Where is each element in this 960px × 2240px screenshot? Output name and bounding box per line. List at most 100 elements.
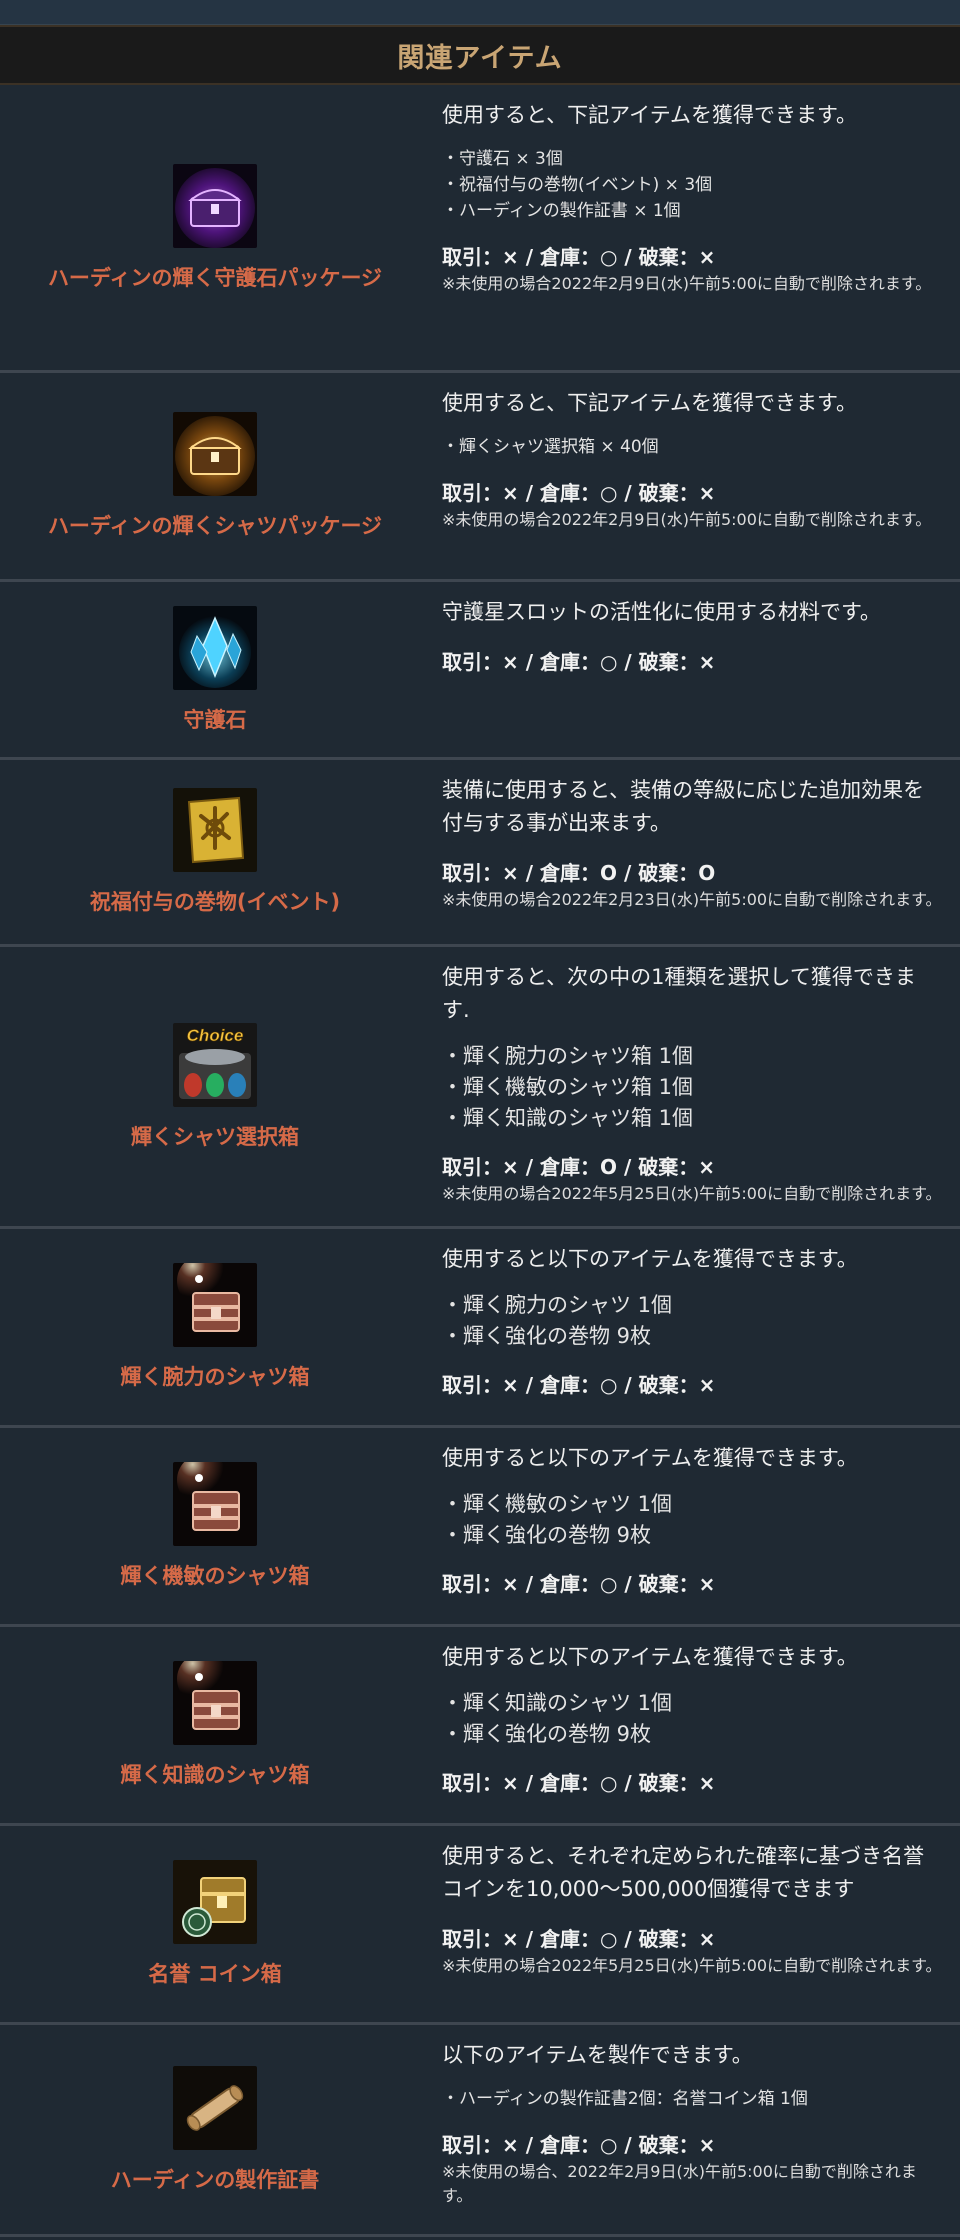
item-identity: Choice 輝くシャツ選択箱: [0, 947, 430, 1226]
item-contents-list: ・輝く腕力のシャツ 1個 ・輝く強化の巻物 9枚: [442, 1290, 942, 1352]
item-details: 守護星スロットの活性化に使用する材料です。 取引：× / 倉庫：○ / 破棄：×: [430, 582, 960, 757]
trade-restrictions: 取引：× / 倉庫：O / 破棄：×: [442, 1155, 715, 1179]
item-identity: 名誉 コイン箱: [0, 1826, 430, 2022]
item-description: 使用すると、それぞれ定められた確率に基づき名誉コインを10,000～500,00…: [442, 1844, 925, 1901]
item-details: 使用すると以下のアイテムを獲得できます。 ・輝く知識のシャツ 1個 ・輝く強化の巻…: [430, 1627, 960, 1823]
item-identity: ハーディンの輝くシャツパッケージ: [0, 373, 430, 579]
item-description: 装備に使用すると、装備の等級に応じた追加効果を付与する事が出来ます。: [442, 778, 925, 835]
expiry-note: ※未使用の場合2022年2月23日(水)午前5:00に自動で削除されます。: [442, 890, 942, 909]
trade-restrictions: 取引：× / 倉庫：○ / 破棄：×: [442, 1771, 716, 1795]
item-list: ハーディンの輝く守護石パッケージ 使用すると、下記アイテムを獲得できます。 ・守…: [0, 85, 960, 2237]
item-identity: 輝く腕力のシャツ箱: [0, 1229, 430, 1425]
item-contents-entry: ・ハーディンの製作証書 × 1個: [442, 201, 681, 221]
item-name: 輝く知識のシャツ箱: [120, 1763, 310, 1787]
item-contents-entry: ・輝く腕力のシャツ箱 1個: [442, 1044, 694, 1068]
trade-restrictions: 取引：× / 倉庫：○ / 破棄：×: [442, 650, 716, 674]
item-contents-list: ・守護石 × 3個・祝福付与の巻物(イベント) × 3個 ・ハーディンの製作証書 …: [442, 146, 942, 224]
item-contents-list: ・輝くシャツ選択箱 × 40個: [442, 434, 942, 460]
item-description: 守護星スロットの活性化に使用する材料です。: [442, 600, 881, 624]
item-row: 名誉 コイン箱 使用すると、それぞれ定められた確率に基づき名誉コインを10,00…: [0, 1826, 960, 2025]
item-details: 使用すると以下のアイテムを獲得できます。 ・輝く機敏のシャツ 1個 ・輝く強化の巻…: [430, 1428, 960, 1624]
item-contents-entry: ・輝くシャツ選択箱 × 40個: [442, 437, 659, 457]
choice-box-icon: Choice: [173, 1022, 257, 1107]
expiry-note: ※未使用の場合2022年2月9日(水)午前5:00に自動で削除されます。: [442, 510, 932, 529]
expiry-note: ※未使用の場合、2022年2月9日(水)午前5:00に自動で削除されます。: [442, 2162, 917, 2205]
section-title: 関連アイテム: [397, 42, 563, 74]
item-identity: ハーディンの製作証書: [0, 2025, 430, 2234]
item-description: 使用すると、下記アイテムを獲得できます。: [442, 391, 857, 415]
trade-restrictions: 取引：× / 倉庫：○ / 破棄：×: [442, 245, 716, 269]
expiry-note: ※未使用の場合2022年2月9日(水)午前5:00に自動で削除されます。: [442, 274, 932, 293]
shirt-chest-icon: [173, 1263, 257, 1347]
item-identity: 輝く機敏のシャツ箱: [0, 1428, 430, 1624]
item-contents-entry: ・輝く機敏のシャツ 1個: [442, 1492, 673, 1516]
item-contents-entry: ・輝く知識のシャツ箱 1個: [442, 1106, 694, 1130]
item-name: ハーディンの製作証書: [110, 2167, 320, 2192]
purple-chest-icon: [173, 163, 257, 248]
item-description: 使用すると、次の中の1種類を選択して獲得できます.: [442, 965, 916, 1022]
item-row: Choice 輝くシャツ選択箱 使用すると、次の中の1種類を選択して獲得できます…: [0, 947, 960, 1229]
item-identity: 祝福付与の巻物(イベント): [0, 760, 430, 944]
item-name: ハーディンの輝くシャツパッケージ: [47, 514, 383, 538]
trade-restrictions: 取引：× / 倉庫：○ / 破棄：×: [442, 481, 716, 505]
item-row: 輝く知識のシャツ箱 使用すると以下のアイテムを獲得できます。 ・輝く知識のシャツ…: [0, 1627, 960, 1826]
item-name: ハーディンの輝く守護石パッケージ: [47, 265, 383, 290]
item-details: 使用すると、それぞれ定められた確率に基づき名誉コインを10,000～500,00…: [430, 1826, 960, 2022]
shirt-chest-icon: [173, 1462, 257, 1546]
item-description: 使用すると、下記アイテムを獲得できます。: [442, 103, 857, 127]
expiry-note: ※未使用の場合2022年5月25日(水)午前5:00に自動で削除されます。: [442, 1184, 942, 1203]
section-header: 関連アイテム: [0, 25, 960, 85]
trade-restrictions: 取引：× / 倉庫：○ / 破棄：×: [442, 1572, 716, 1596]
item-contents-list: ・輝く腕力のシャツ箱 1個 ・輝く機敏のシャツ箱 1個 ・輝く知識のシャツ箱 1個: [442, 1041, 942, 1134]
item-row: ハーディンの輝くシャツパッケージ 使用すると、下記アイテムを獲得できます。 ・輝…: [0, 373, 960, 582]
rolled-scroll-icon: [173, 2065, 257, 2150]
item-row: 輝く機敏のシャツ箱 使用すると以下のアイテムを獲得できます。 ・輝く機敏のシャツ…: [0, 1428, 960, 1627]
item-description: 使用すると以下のアイテムを獲得できます。: [442, 1645, 858, 1669]
coin-chest-icon: [173, 1860, 257, 1944]
item-contents-entry: ・輝く腕力のシャツ 1個: [442, 1293, 673, 1317]
trade-restrictions: 取引：× / 倉庫：○ / 破棄：×: [442, 1373, 716, 1397]
gold-chest-icon: [173, 412, 257, 496]
item-row: 祝福付与の巻物(イベント) 装備に使用すると、装備の等級に応じた追加効果を付与す…: [0, 760, 960, 947]
item-contents-list: ・ハーディンの製作証書2個：名誉コイン箱 1個: [442, 2086, 942, 2112]
item-contents-entry: ・輝く知識のシャツ 1個: [442, 1691, 673, 1715]
trade-restrictions: 取引：× / 倉庫：○ / 破棄：×: [442, 2133, 716, 2157]
item-identity: ハーディンの輝く守護石パッケージ: [0, 85, 430, 370]
item-contents-entry: ・輝く強化の巻物 9枚: [442, 1523, 652, 1547]
item-contents-entry: ・輝く強化の巻物 9枚: [442, 1722, 652, 1746]
trade-restrictions: 取引：× / 倉庫：○ / 破棄：×: [442, 1927, 716, 1951]
item-description: 以下のアイテムを製作できます。: [442, 2043, 753, 2067]
item-contents-entry: ・輝く機敏のシャツ箱 1個: [442, 1075, 694, 1099]
item-contents-entry: ・祝福付与の巻物(イベント) × 3個: [442, 175, 713, 195]
item-name: 輝く腕力のシャツ箱: [120, 1365, 310, 1389]
item-contents-entry: ・ハーディンの製作証書2個：名誉コイン箱 1個: [442, 2089, 808, 2109]
item-details: 以下のアイテムを製作できます。 ・ハーディンの製作証書2個：名誉コイン箱 1個 …: [430, 2025, 960, 2234]
gold-scroll-icon: [173, 788, 257, 872]
item-contents-entry: ・輝く強化の巻物 9枚: [442, 1324, 652, 1348]
item-row: 守護石 守護星スロットの活性化に使用する材料です。 取引：× / 倉庫：○ / …: [0, 582, 960, 760]
item-row: ハーディンの輝く守護石パッケージ 使用すると、下記アイテムを獲得できます。 ・守…: [0, 85, 960, 373]
item-name: 輝く機敏のシャツ箱: [120, 1564, 310, 1588]
item-name: 守護石: [183, 707, 247, 732]
shirt-chest-icon: [173, 1661, 257, 1745]
item-name: 輝くシャツ選択箱: [131, 1124, 299, 1149]
item-name: 名誉 コイン箱: [148, 1962, 282, 1986]
item-details: 使用すると以下のアイテムを獲得できます。 ・輝く腕力のシャツ 1個 ・輝く強化の巻…: [430, 1229, 960, 1425]
top-band: [0, 0, 960, 25]
item-details: 使用すると、次の中の1種類を選択して獲得できます. ・輝く腕力のシャツ箱 1個・…: [430, 947, 960, 1226]
item-details: 装備に使用すると、装備の等級に応じた追加効果を付与する事が出来ます。 取引：× …: [430, 760, 960, 944]
choice-icon-label: Choice: [187, 1026, 244, 1045]
item-contents-list: ・輝く知識のシャツ 1個 ・輝く強化の巻物 9枚: [442, 1688, 942, 1750]
trade-restrictions: 取引：× / 倉庫：O / 破棄：O: [442, 861, 716, 885]
item-row: 輝く腕力のシャツ箱 使用すると以下のアイテムを獲得できます。 ・輝く腕力のシャツ…: [0, 1229, 960, 1428]
item-details: 使用すると、下記アイテムを獲得できます。 ・守護石 × 3個・祝福付与の巻物(イ…: [430, 85, 960, 370]
item-details: 使用すると、下記アイテムを獲得できます。 ・輝くシャツ選択箱 × 40個 取引：…: [430, 373, 960, 579]
item-contents-list: ・輝く機敏のシャツ 1個 ・輝く強化の巻物 9枚: [442, 1489, 942, 1551]
item-identity: 守護石: [0, 582, 430, 757]
item-row: ハーディンの製作証書 以下のアイテムを製作できます。 ・ハーディンの製作証書2個…: [0, 2025, 960, 2237]
item-description: 使用すると以下のアイテムを獲得できます。: [442, 1446, 858, 1470]
item-contents-entry: ・守護石 × 3個: [442, 149, 563, 169]
item-name: 祝福付与の巻物(イベント): [89, 890, 341, 914]
item-description: 使用すると以下のアイテムを獲得できます。: [442, 1247, 858, 1271]
item-identity: 輝く知識のシャツ箱: [0, 1627, 430, 1823]
